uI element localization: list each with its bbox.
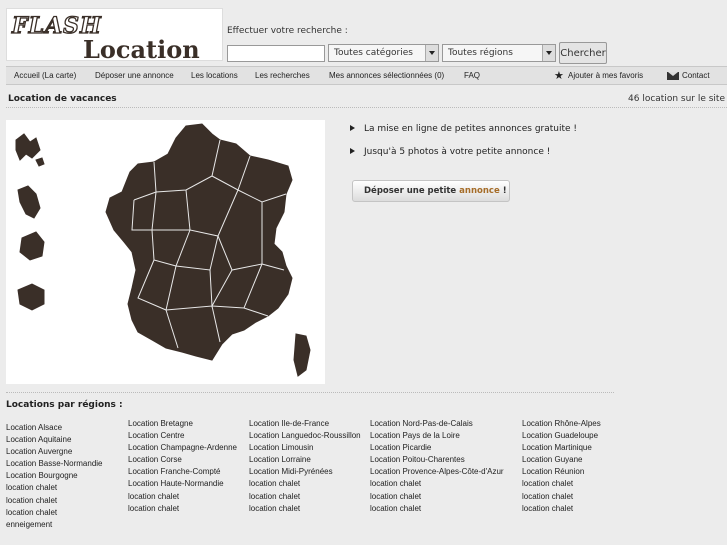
france-map[interactable]: [6, 120, 325, 384]
region-select[interactable]: Toutes régions: [442, 44, 556, 62]
main-nav: Accueil (La carte) Déposer une annonce L…: [6, 66, 727, 85]
region-link[interactable]: Location Poitou-Charentes: [370, 454, 504, 466]
region-link[interactable]: Location Ile-de-France: [249, 418, 361, 430]
title-bar: Location de vacances 46 location sur le …: [6, 92, 727, 108]
region-link[interactable]: Location Centre: [128, 430, 237, 442]
region-link[interactable]: Location Provence-Alpes-Côte-d'Azur: [370, 466, 504, 478]
regions-column-3: Location Ile-de-France Location Languedo…: [249, 418, 361, 515]
region-link[interactable]: Location Lorraine: [249, 454, 361, 466]
regions-column-5: Location Rhône-Alpes Location Guadeloupe…: [522, 418, 601, 515]
regions-column-1: Location Alsace Location Aquitaine Locat…: [6, 422, 103, 531]
search-input[interactable]: [227, 45, 325, 62]
chevron-down-icon: [542, 45, 555, 61]
bullet-arrow-icon: [350, 125, 355, 131]
region-link[interactable]: location chalet: [370, 478, 504, 490]
star-icon: ★: [554, 69, 564, 82]
promo-line-2: Jusqu'à 5 photos à votre petite annonce …: [350, 147, 550, 157]
nav-rentals[interactable]: Les locations: [191, 71, 238, 80]
region-link[interactable]: Location Guadeloupe: [522, 430, 601, 442]
region-link[interactable]: Location Limousin: [249, 442, 361, 454]
region-guyane: [17, 283, 45, 311]
chevron-down-icon: [425, 45, 438, 61]
divider: [6, 392, 614, 393]
region-martinique: [17, 185, 41, 219]
region-link[interactable]: Location Guyane: [522, 454, 601, 466]
bullet-arrow-icon: [350, 148, 355, 154]
region-link[interactable]: Location Auvergne: [6, 446, 103, 458]
listing-count: 46 location sur le site: [628, 94, 725, 104]
nav-faq[interactable]: FAQ: [464, 71, 480, 80]
regions-title: Locations par régions :: [6, 400, 123, 410]
site-logo[interactable]: FLASH Location: [6, 8, 223, 64]
region-link[interactable]: Location Midi-Pyrénées: [249, 466, 361, 478]
search-label: Effectuer votre recherche :: [227, 26, 348, 36]
region-select-value: Toutes régions: [448, 48, 513, 58]
region-link[interactable]: location chalet: [522, 478, 601, 490]
region-link[interactable]: location chalet: [249, 478, 361, 490]
region-link[interactable]: location chalet: [522, 503, 601, 515]
region-link[interactable]: location chalet: [370, 503, 504, 515]
france-map-svg: [15, 123, 311, 377]
region-link[interactable]: location chalet: [6, 482, 103, 494]
category-select-value: Toutes catégories: [334, 48, 413, 58]
region-corsica: [293, 333, 311, 377]
region-link[interactable]: Location Picardie: [370, 442, 504, 454]
region-link[interactable]: location chalet: [249, 491, 361, 503]
region-link[interactable]: Location Franche-Compté: [128, 466, 237, 478]
region-link[interactable]: location chalet: [6, 495, 103, 507]
region-mayotte: [35, 157, 45, 167]
regions-column-4: Location Nord-Pas-de-Calais Location Pay…: [370, 418, 504, 515]
mainland-france: [105, 123, 293, 361]
region-link[interactable]: Location Aquitaine: [6, 434, 103, 446]
region-link[interactable]: location chalet: [249, 503, 361, 515]
region-link[interactable]: location chalet: [6, 507, 103, 519]
region-link[interactable]: Location Pays de la Loire: [370, 430, 504, 442]
region-link[interactable]: Location Languedoc-Roussillon: [249, 430, 361, 442]
logo-line2: Location: [83, 35, 200, 64]
region-link[interactable]: Location Nord-Pas-de-Calais: [370, 418, 504, 430]
nav-home[interactable]: Accueil (La carte): [14, 71, 76, 80]
region-link[interactable]: Location Basse-Normandie: [6, 458, 103, 470]
region-link[interactable]: Location Martinique: [522, 442, 601, 454]
nav-searches[interactable]: Les recherches: [255, 71, 310, 80]
post-ad-button[interactable]: Déposer une petite annonce !: [352, 180, 510, 202]
promo-line-1: La mise en ligne de petites annonces gra…: [350, 124, 577, 134]
region-link[interactable]: location chalet: [522, 491, 601, 503]
region-link[interactable]: Location Champagne-Ardenne: [128, 442, 237, 454]
search-button[interactable]: Chercher: [559, 42, 607, 64]
envelope-icon: [667, 72, 679, 80]
region-guadeloupe: [15, 133, 41, 161]
category-select[interactable]: Toutes catégories: [328, 44, 439, 62]
nav-post-ad[interactable]: Déposer une annonce: [95, 71, 174, 80]
region-link[interactable]: Location Haute-Normandie: [128, 478, 237, 490]
nav-favorites[interactable]: Ajouter à mes favoris: [568, 71, 643, 80]
page-title: Location de vacances: [8, 94, 117, 104]
nav-selected-ads[interactable]: Mes annonces sélectionnées (0): [329, 71, 444, 80]
region-link[interactable]: Location Corse: [128, 454, 237, 466]
regions-column-2: Location Bretagne Location Centre Locati…: [128, 418, 237, 515]
nav-contact[interactable]: Contact: [682, 71, 710, 80]
region-link[interactable]: Location Bretagne: [128, 418, 237, 430]
region-link[interactable]: location chalet: [128, 491, 237, 503]
region-reunion: [19, 231, 45, 261]
region-link[interactable]: Location Rhône-Alpes: [522, 418, 601, 430]
region-link[interactable]: Location Bourgogne: [6, 470, 103, 482]
region-link[interactable]: location chalet: [370, 491, 504, 503]
region-link[interactable]: Location Réunion: [522, 466, 601, 478]
region-link[interactable]: enneigement: [6, 519, 103, 531]
region-link[interactable]: location chalet: [128, 503, 237, 515]
region-link[interactable]: Location Alsace: [6, 422, 103, 434]
